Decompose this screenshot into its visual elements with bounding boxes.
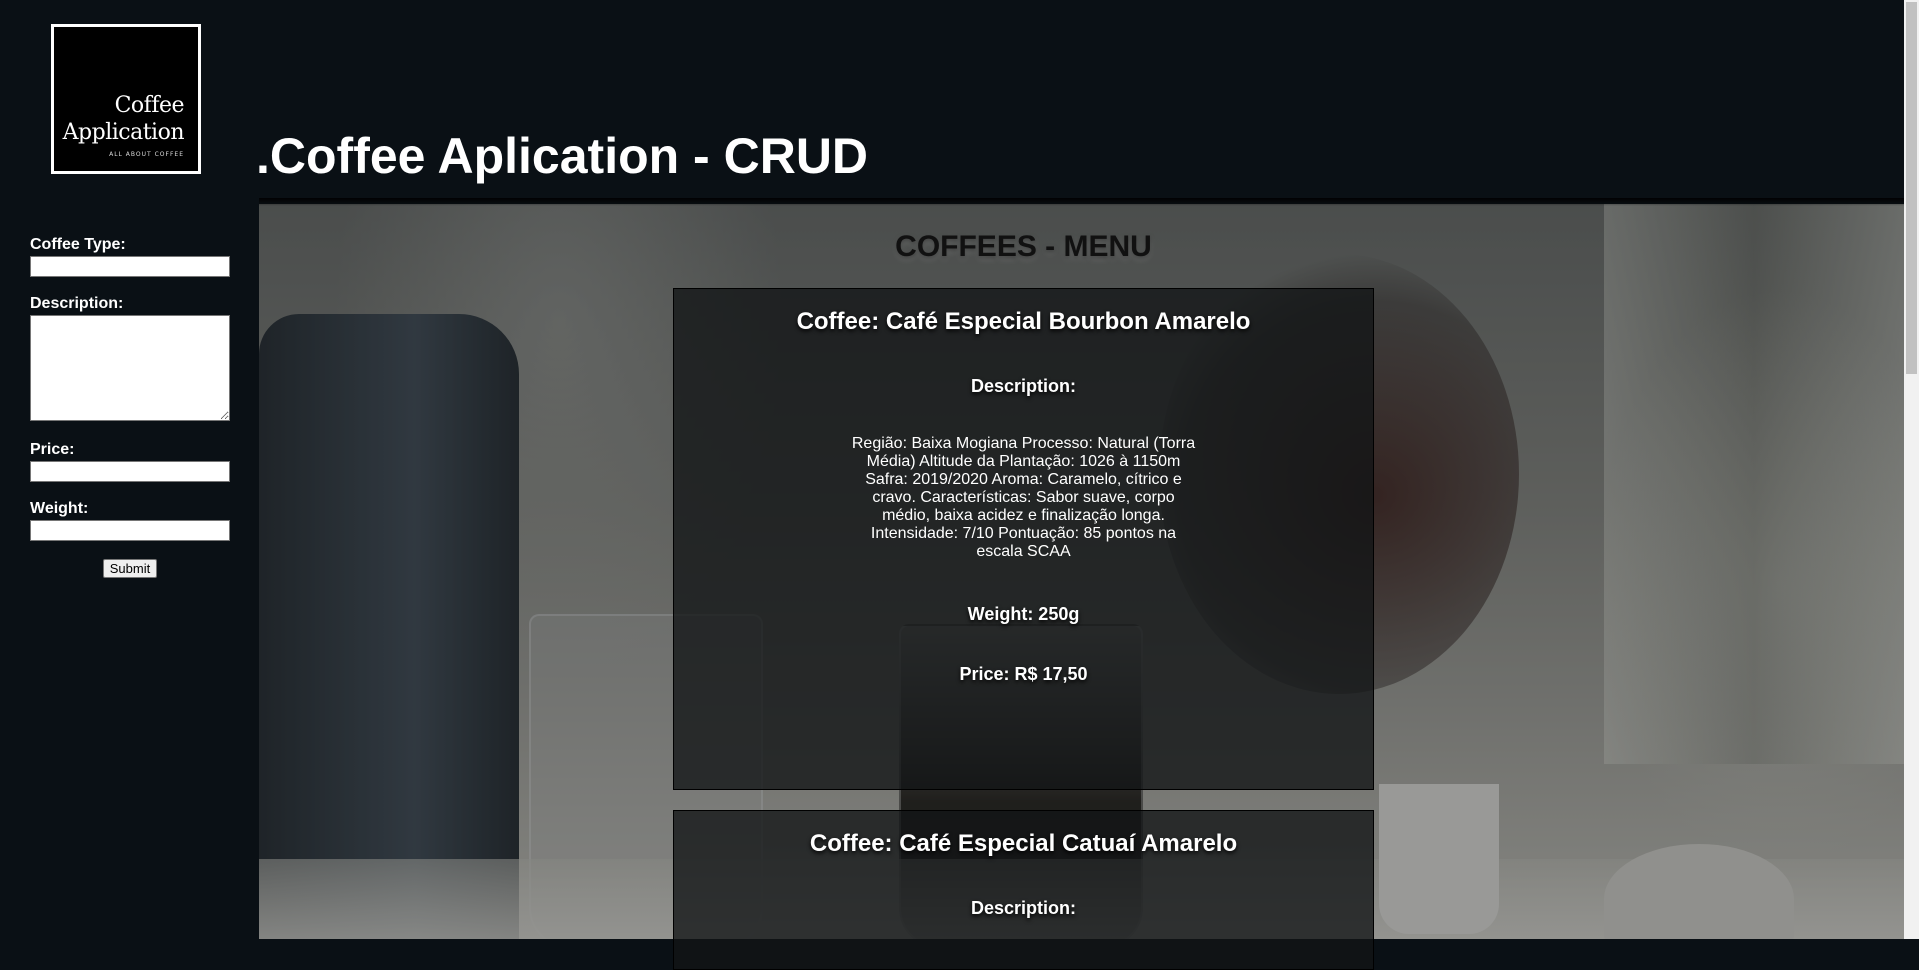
weight-label: Weight: bbox=[30, 500, 89, 517]
coffee-name: Coffee: Café Especial Catuaí Amarelo bbox=[809, 830, 1238, 857]
coffee-price: Price: R$ 17,50 bbox=[959, 664, 1088, 684]
coffee-card: Coffee: Café Especial Catuaí Amarelo Des… bbox=[673, 810, 1374, 970]
description-textarea[interactable] bbox=[30, 315, 230, 421]
price-input[interactable] bbox=[30, 461, 230, 482]
coffee-card: Coffee: Café Especial Bourbon Amarelo De… bbox=[673, 288, 1374, 790]
header-divider bbox=[259, 198, 1904, 206]
logo-text-line2: Application bbox=[62, 120, 185, 145]
coffee-description: Região: Baixa Mogiana Processo: Natural … bbox=[851, 435, 1196, 560]
description-label: Description: bbox=[30, 295, 124, 312]
logo-text-line1: Coffee bbox=[114, 93, 185, 118]
weight-input[interactable] bbox=[30, 520, 230, 541]
page-scrollbar[interactable] bbox=[1904, 0, 1919, 939]
coffee-type-input[interactable] bbox=[30, 256, 230, 277]
price-label: Price: bbox=[30, 441, 75, 458]
menu-heading: COFFEES - MENU bbox=[895, 230, 1152, 263]
submit-button[interactable]: Submit bbox=[102, 559, 158, 578]
coffee-description-label: Description: bbox=[970, 898, 1076, 918]
coffee-weight: Weight: 250g bbox=[967, 604, 1080, 624]
coffee-type-label: Coffee Type: bbox=[30, 236, 126, 253]
coffee-description-label: Description: bbox=[970, 376, 1076, 396]
scrollbar-thumb[interactable] bbox=[1906, 2, 1917, 374]
coffee-name: Coffee: Café Especial Bourbon Amarelo bbox=[796, 308, 1251, 335]
logo-tagline: ALL ABOUT COFFEE bbox=[109, 151, 184, 158]
app-logo: Coffee Application ALL ABOUT COFFEE bbox=[51, 24, 201, 174]
page-title: .Coffee Aplication - CRUD bbox=[256, 128, 869, 184]
coffee-form: Coffee Type: Description: Price: Weight:… bbox=[30, 236, 230, 578]
